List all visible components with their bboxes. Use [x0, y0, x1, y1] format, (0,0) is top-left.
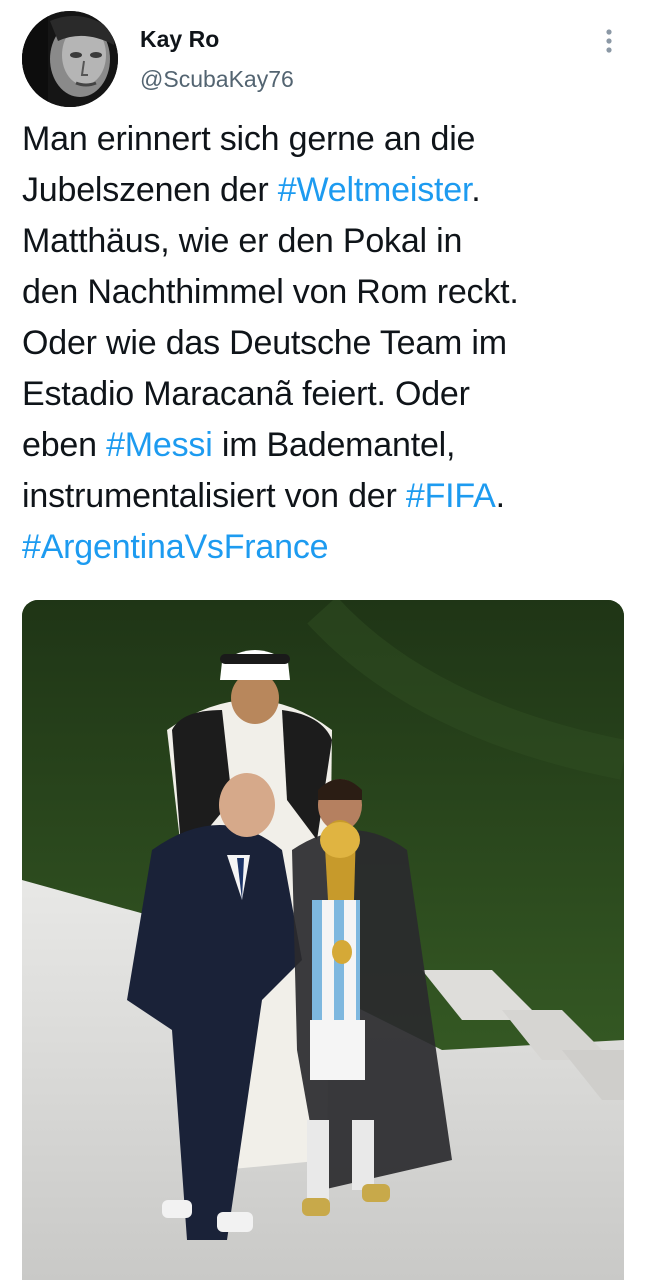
- author-name[interactable]: Kay Ro: [140, 26, 219, 53]
- tweet-text-segment: den Nachthimmel von Rom reckt.: [22, 273, 519, 311]
- tweet-text-segment: Man erinnert sich gerne an die: [22, 120, 476, 158]
- profile-photo-icon: [22, 11, 118, 107]
- ceremony-photo-icon: [22, 600, 624, 1280]
- tweet-text-segment: instrumentalisiert von der: [22, 477, 406, 515]
- tweet-text-segment: Matthäus, wie er den Pokal in: [22, 222, 463, 260]
- tweet-text-line: #ArgentinaVsFrance: [22, 522, 627, 573]
- hashtag-link[interactable]: #Messi: [106, 426, 213, 464]
- more-options-button[interactable]: [595, 26, 623, 60]
- tweet-text-line: Jubelszenen der #Weltmeister.: [22, 165, 627, 216]
- tweet-text-line: Matthäus, wie er den Pokal in: [22, 216, 627, 267]
- tweet-text-segment: Estadio Maracanã feiert. Oder: [22, 375, 470, 413]
- tweet-text-segment: Oder wie das Deutsche Team im: [22, 324, 507, 362]
- hashtag-link[interactable]: #ArgentinaVsFrance: [22, 528, 329, 566]
- avatar[interactable]: [22, 11, 118, 107]
- tweet-text-segment: Jubelszenen der: [22, 171, 278, 209]
- tweet-text-line: Estadio Maracanã feiert. Oder: [22, 369, 627, 420]
- hashtag-link[interactable]: #Weltmeister: [278, 171, 472, 209]
- tweet-text-line: eben #Messi im Bademantel,: [22, 420, 627, 471]
- tweet-photo[interactable]: [22, 600, 624, 1280]
- tweet: Kay Ro @ScubaKay76 Man erinnert sich ger…: [0, 0, 645, 1280]
- tweet-text-line: den Nachthimmel von Rom reckt.: [22, 267, 627, 318]
- author-handle[interactable]: @ScubaKay76: [140, 66, 294, 93]
- tweet-text-segment: .: [471, 171, 481, 209]
- tweet-text-segment: eben: [22, 426, 107, 464]
- tweet-text-segment: .: [495, 477, 505, 515]
- more-vertical-icon: [606, 29, 612, 53]
- tweet-text-line: instrumentalisiert von der #FIFA.: [22, 471, 627, 522]
- tweet-text-segment: im Bademantel,: [212, 426, 456, 464]
- tweet-text-line: Man erinnert sich gerne an die: [22, 114, 627, 165]
- tweet-text-line: Oder wie das Deutsche Team im: [22, 318, 627, 369]
- hashtag-link[interactable]: #FIFA: [406, 477, 496, 515]
- tweet-text: Man erinnert sich gerne an die Jubelszene…: [22, 114, 627, 573]
